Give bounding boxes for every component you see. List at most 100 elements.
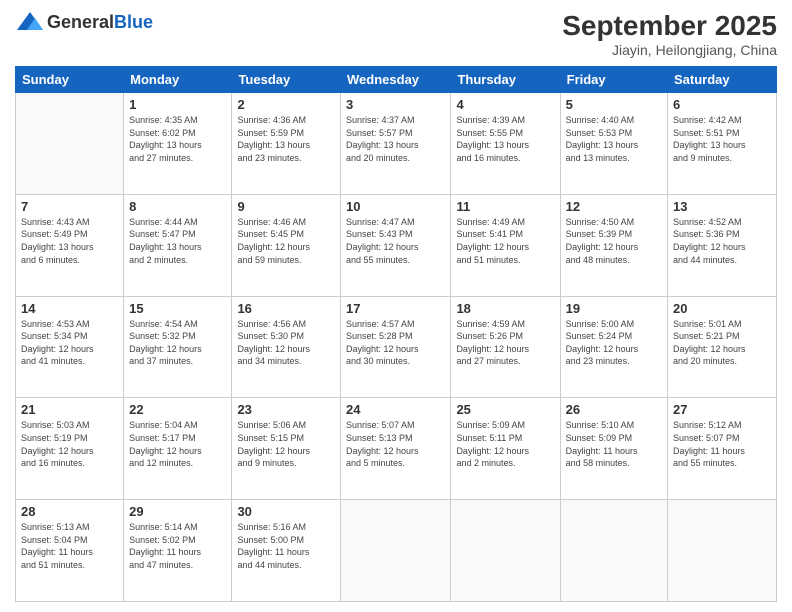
day-info: Sunrise: 5:04 AMSunset: 5:17 PMDaylight:… (129, 419, 226, 469)
day-cell: 21Sunrise: 5:03 AMSunset: 5:19 PMDayligh… (16, 398, 124, 500)
day-info-line: Sunset: 5:15 PM (237, 433, 304, 443)
day-info: Sunrise: 4:54 AMSunset: 5:32 PMDaylight:… (129, 318, 226, 368)
day-info-line: Sunset: 5:28 PM (346, 331, 413, 341)
day-cell: 13Sunrise: 4:52 AMSunset: 5:36 PMDayligh… (668, 194, 777, 296)
week-row-1: 1Sunrise: 4:35 AMSunset: 6:02 PMDaylight… (16, 93, 777, 195)
day-cell: 14Sunrise: 4:53 AMSunset: 5:34 PMDayligh… (16, 296, 124, 398)
day-info: Sunrise: 4:46 AMSunset: 5:45 PMDaylight:… (237, 216, 335, 266)
day-info: Sunrise: 5:10 AMSunset: 5:09 PMDaylight:… (566, 419, 662, 469)
day-cell: 9Sunrise: 4:46 AMSunset: 5:45 PMDaylight… (232, 194, 341, 296)
day-info-line: Daylight: 12 hours (21, 344, 94, 354)
logo: GeneralBlue (15, 10, 153, 35)
day-info: Sunrise: 4:59 AMSunset: 5:26 PMDaylight:… (456, 318, 554, 368)
weekday-header-saturday: Saturday (668, 67, 777, 93)
day-info-line: Daylight: 11 hours (673, 446, 745, 456)
day-info: Sunrise: 4:57 AMSunset: 5:28 PMDaylight:… (346, 318, 445, 368)
day-cell: 11 Sunrise: 4:49 AMSunset: 5:41 PMDayligh… (451, 194, 560, 296)
day-number: 27 (673, 402, 771, 417)
day-cell (451, 500, 560, 602)
day-info-line: Sunrise: 5:16 AM (237, 522, 306, 532)
day-info-line: Daylight: 13 hours (129, 242, 202, 252)
day-cell: 10Sunrise: 4:47 AMSunset: 5:43 PMDayligh… (341, 194, 451, 296)
day-info-line: Sunrise: 4:43 AM (21, 217, 90, 227)
day-number: 25 (456, 402, 554, 417)
day-info-line: Sunset: 5:30 PM (237, 331, 304, 341)
day-info-line: Daylight: 11 hours (129, 547, 201, 557)
day-info-line: Sunrise: 4:39 AM (456, 115, 525, 125)
day-info-line: Daylight: 13 hours (456, 140, 529, 150)
day-cell: 24Sunrise: 5:07 AMSunset: 5:13 PMDayligh… (341, 398, 451, 500)
day-info-line: and 34 minutes. (237, 356, 301, 366)
day-info-line: and 47 minutes. (129, 560, 193, 570)
day-info-line: Sunrise: 5:03 AM (21, 420, 90, 430)
day-info-line: Sunrise: 5:06 AM (237, 420, 306, 430)
location: Jiayin, Heilongjiang, China (562, 42, 777, 58)
day-info-line: and 55 minutes. (346, 255, 410, 265)
weekday-header-friday: Friday (560, 67, 667, 93)
day-info-line: Sunset: 5:36 PM (673, 229, 740, 239)
day-number: 23 (237, 402, 335, 417)
day-cell: 8Sunrise: 4:44 AMSunset: 5:47 PMDaylight… (124, 194, 232, 296)
day-info-line: Sunrise: 4:35 AM (129, 115, 198, 125)
day-info: Sunrise: 5:07 AM Sunset: 5:13 PM Daylight:… (346, 419, 445, 469)
day-number: 3 (346, 97, 445, 112)
day-cell (16, 93, 124, 195)
day-info-line: Sunset: 5:19 PM (21, 433, 88, 443)
weekday-header-thursday: Thursday (451, 67, 560, 93)
day-info-line: Sunrise: 4:54 AM (129, 319, 198, 329)
day-cell: 28Sunrise: 5:13 AMSunset: 5:04 PMDayligh… (16, 500, 124, 602)
day-cell: 3Sunrise: 4:37 AMSunset: 5:57 PMDaylight… (341, 93, 451, 195)
day-info-line: Daylight: 12 hours (456, 344, 529, 354)
day-cell: 19Sunrise: 5:00 AMSunset: 5:24 PMDayligh… (560, 296, 667, 398)
calendar-page: GeneralBlue September 2025 Jiayin, Heilo… (0, 0, 792, 612)
weekday-header-monday: Monday (124, 67, 232, 93)
day-info-line: Sunrise: 5:07 AM (346, 420, 415, 430)
day-number: 1 (129, 97, 226, 112)
day-info: Sunrise: 5:01 AMSunset: 5:21 PMDaylight:… (673, 318, 771, 368)
day-info-line: Sunset: 5:04 PM (21, 535, 88, 545)
day-info: Sunrise: 4:52 AMSunset: 5:36 PMDaylight:… (673, 216, 771, 266)
day-info-line: Sunset: 5:32 PM (129, 331, 196, 341)
day-info-line: Sunrise: 4:49 AM (456, 217, 525, 227)
day-info-line: and 58 minutes. (566, 458, 630, 468)
day-info: Sunrise: 4:36 AMSunset: 5:59 PMDaylight:… (237, 114, 335, 164)
day-info-line: Sunrise: 4:46 AM (237, 217, 306, 227)
week-row-2: 7Sunrise: 4:43 AMSunset: 5:49 PMDaylight… (16, 194, 777, 296)
day-info-line: and 20 minutes. (673, 356, 737, 366)
week-row-5: 28Sunrise: 5:13 AMSunset: 5:04 PMDayligh… (16, 500, 777, 602)
day-info-line: and 41 minutes. (21, 356, 85, 366)
day-info-line: Daylight: 12 hours (456, 446, 529, 456)
logo-icon (15, 10, 45, 35)
day-info: Sunrise: 4:49 AMSunset: 5:41 PMDaylight:… (456, 216, 554, 266)
day-cell: 2 Sunrise: 4:36 AMSunset: 5:59 PMDaylight… (232, 93, 341, 195)
day-number: 21 (21, 402, 118, 417)
day-number: 11 (456, 199, 554, 214)
day-number: 2 (237, 97, 335, 112)
week-row-3: 14Sunrise: 4:53 AMSunset: 5:34 PMDayligh… (16, 296, 777, 398)
day-info: Sunrise: 5:09 AMSunset: 5:11 PMDaylight:… (456, 419, 554, 469)
day-cell: 15Sunrise: 4:54 AMSunset: 5:32 PMDayligh… (124, 296, 232, 398)
day-info-line: Daylight: 12 hours (237, 344, 310, 354)
day-number: 19 (566, 301, 662, 316)
day-info-line: Sunrise: 4:47 AM (346, 217, 415, 227)
day-info-line: and 2 minutes. (456, 458, 515, 468)
day-info-line: Sunset: 5:13 PM (346, 433, 413, 443)
day-info-line: and 16 minutes. (21, 458, 85, 468)
day-cell: 26Sunrise: 5:10 AMSunset: 5:09 PMDayligh… (560, 398, 667, 500)
day-cell: 18Sunrise: 4:59 AMSunset: 5:26 PMDayligh… (451, 296, 560, 398)
day-info-line: and 5 minutes. (346, 458, 405, 468)
day-info-line: and 27 minutes. (456, 356, 520, 366)
day-info-line: Sunset: 5:59 PM (237, 128, 304, 138)
day-info-line: Sunset: 5:21 PM (673, 331, 740, 341)
day-info-line: Sunrise: 4:53 AM (21, 319, 90, 329)
day-info-line: Daylight: 12 hours (237, 242, 310, 252)
day-info-line: and 23 minutes. (566, 356, 630, 366)
weekday-header-row: SundayMondayTuesdayWednesdayThursdayFrid… (16, 67, 777, 93)
day-info-line: Sunrise: 4:56 AM (237, 319, 306, 329)
day-info-line: Daylight: 12 hours (346, 446, 419, 456)
day-info-line: and 16 minutes. (456, 153, 520, 163)
day-info-line: Sunset: 5:53 PM (566, 128, 633, 138)
day-info-line: Sunrise: 4:42 AM (673, 115, 742, 125)
day-info-line: Sunset: 5:09 PM (566, 433, 633, 443)
day-number: 14 (21, 301, 118, 316)
